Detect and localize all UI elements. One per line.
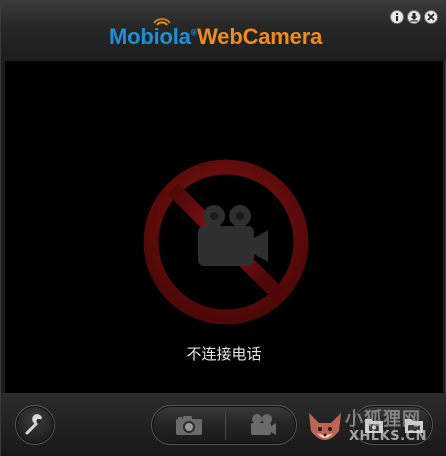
wrench-icon	[25, 414, 42, 435]
video-camera-icon	[251, 414, 276, 435]
connection-status: 不连接电话	[186, 345, 262, 363]
product-name: WebCamera	[197, 24, 323, 49]
camera-icon	[175, 416, 202, 435]
no-camera-icon	[143, 159, 309, 325]
signal-waves-icon	[153, 18, 171, 26]
fox-watermark-icon	[309, 413, 341, 440]
brand-name: Mobiola	[109, 24, 191, 49]
info-button[interactable]	[390, 10, 404, 24]
take-photo-button[interactable]	[152, 406, 225, 444]
minimize-button[interactable]	[407, 10, 421, 24]
app-window: Mobiola®WebCamera 不连接电话 小狐狸网 XHLKS.CN	[0, 0, 446, 456]
watermark-text-cn: 小狐狸网	[345, 409, 421, 430]
download-arrow-icon	[410, 13, 418, 22]
close-button[interactable]	[424, 10, 438, 24]
video-preview: 不连接电话	[5, 61, 443, 393]
video-camera-glyph	[198, 205, 268, 266]
app-logo: Mobiola®WebCamera	[109, 18, 323, 54]
record-video-button[interactable]	[226, 406, 298, 444]
capture-controls	[151, 405, 297, 445]
watermark-text-en: XHLKS.CN	[349, 429, 427, 444]
info-icon	[395, 12, 399, 21]
settings-button[interactable]	[15, 405, 55, 445]
close-icon	[427, 13, 435, 21]
title-bar[interactable]: Mobiola®WebCamera	[1, 1, 446, 61]
